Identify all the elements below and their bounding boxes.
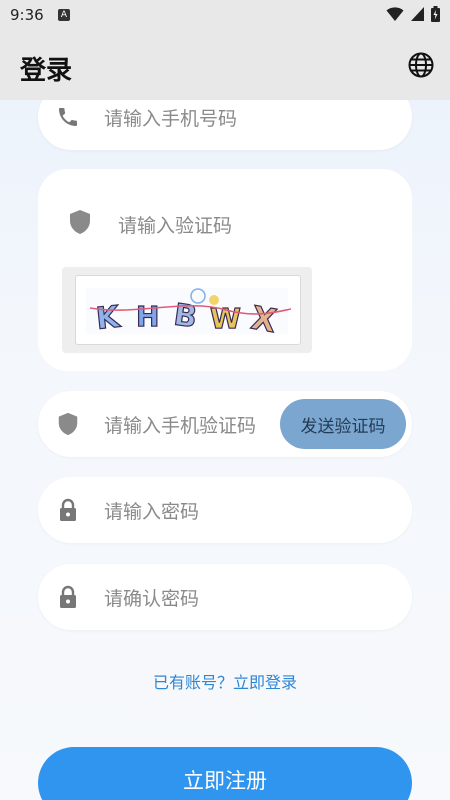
captcha-image-frame[interactable]: K H B W X <box>62 267 312 353</box>
shield-icon <box>58 412 78 436</box>
captcha-card: 请输入验证码 K H B W X <box>38 169 412 371</box>
status-bar: 9:36 A <box>0 0 450 30</box>
password-placeholder: 请输入密码 <box>104 501 200 523</box>
shield-icon <box>70 210 90 234</box>
language-globe-icon[interactable] <box>408 52 434 78</box>
phone-field[interactable]: 请输入手机号码 <box>38 100 412 150</box>
lock-icon <box>60 585 76 608</box>
sms-code-placeholder: 请输入手机验证码 <box>104 415 257 437</box>
svg-text:X: X <box>248 299 279 341</box>
register-button[interactable]: 立即注册 <box>38 747 412 800</box>
status-time: 9:36 <box>10 6 44 24</box>
confirm-password-field[interactable]: 请确认密码 <box>38 564 412 630</box>
notification-a-icon: A <box>58 9 70 21</box>
svg-text:B: B <box>172 297 200 335</box>
status-icons <box>386 6 440 22</box>
battery-icon <box>431 6 440 22</box>
register-form: 请输入手机号码 请输入验证码 K H B W X 请输入手机验证码 发送验证码 … <box>0 100 450 800</box>
password-field[interactable]: 请输入密码 <box>38 477 412 543</box>
lock-icon <box>60 498 76 521</box>
send-code-button[interactable]: 发送验证码 <box>280 399 406 449</box>
confirm-password-placeholder: 请确认密码 <box>104 588 200 610</box>
svg-text:H: H <box>136 300 159 333</box>
captcha-input[interactable]: 请输入验证码 <box>118 211 232 238</box>
wifi-icon <box>386 7 404 21</box>
app-bar: 登录 <box>0 30 450 100</box>
page-title: 登录 <box>20 56 73 86</box>
phone-icon <box>59 108 77 126</box>
captcha-image[interactable]: K H B W X <box>75 275 301 345</box>
phone-placeholder: 请输入手机号码 <box>104 108 238 130</box>
signal-icon <box>411 7 424 21</box>
sms-code-field[interactable]: 请输入手机验证码 发送验证码 <box>38 391 412 457</box>
login-link[interactable]: 已有账号？立即登录 <box>0 669 450 693</box>
captcha-graphic: K H B W X <box>86 288 292 341</box>
